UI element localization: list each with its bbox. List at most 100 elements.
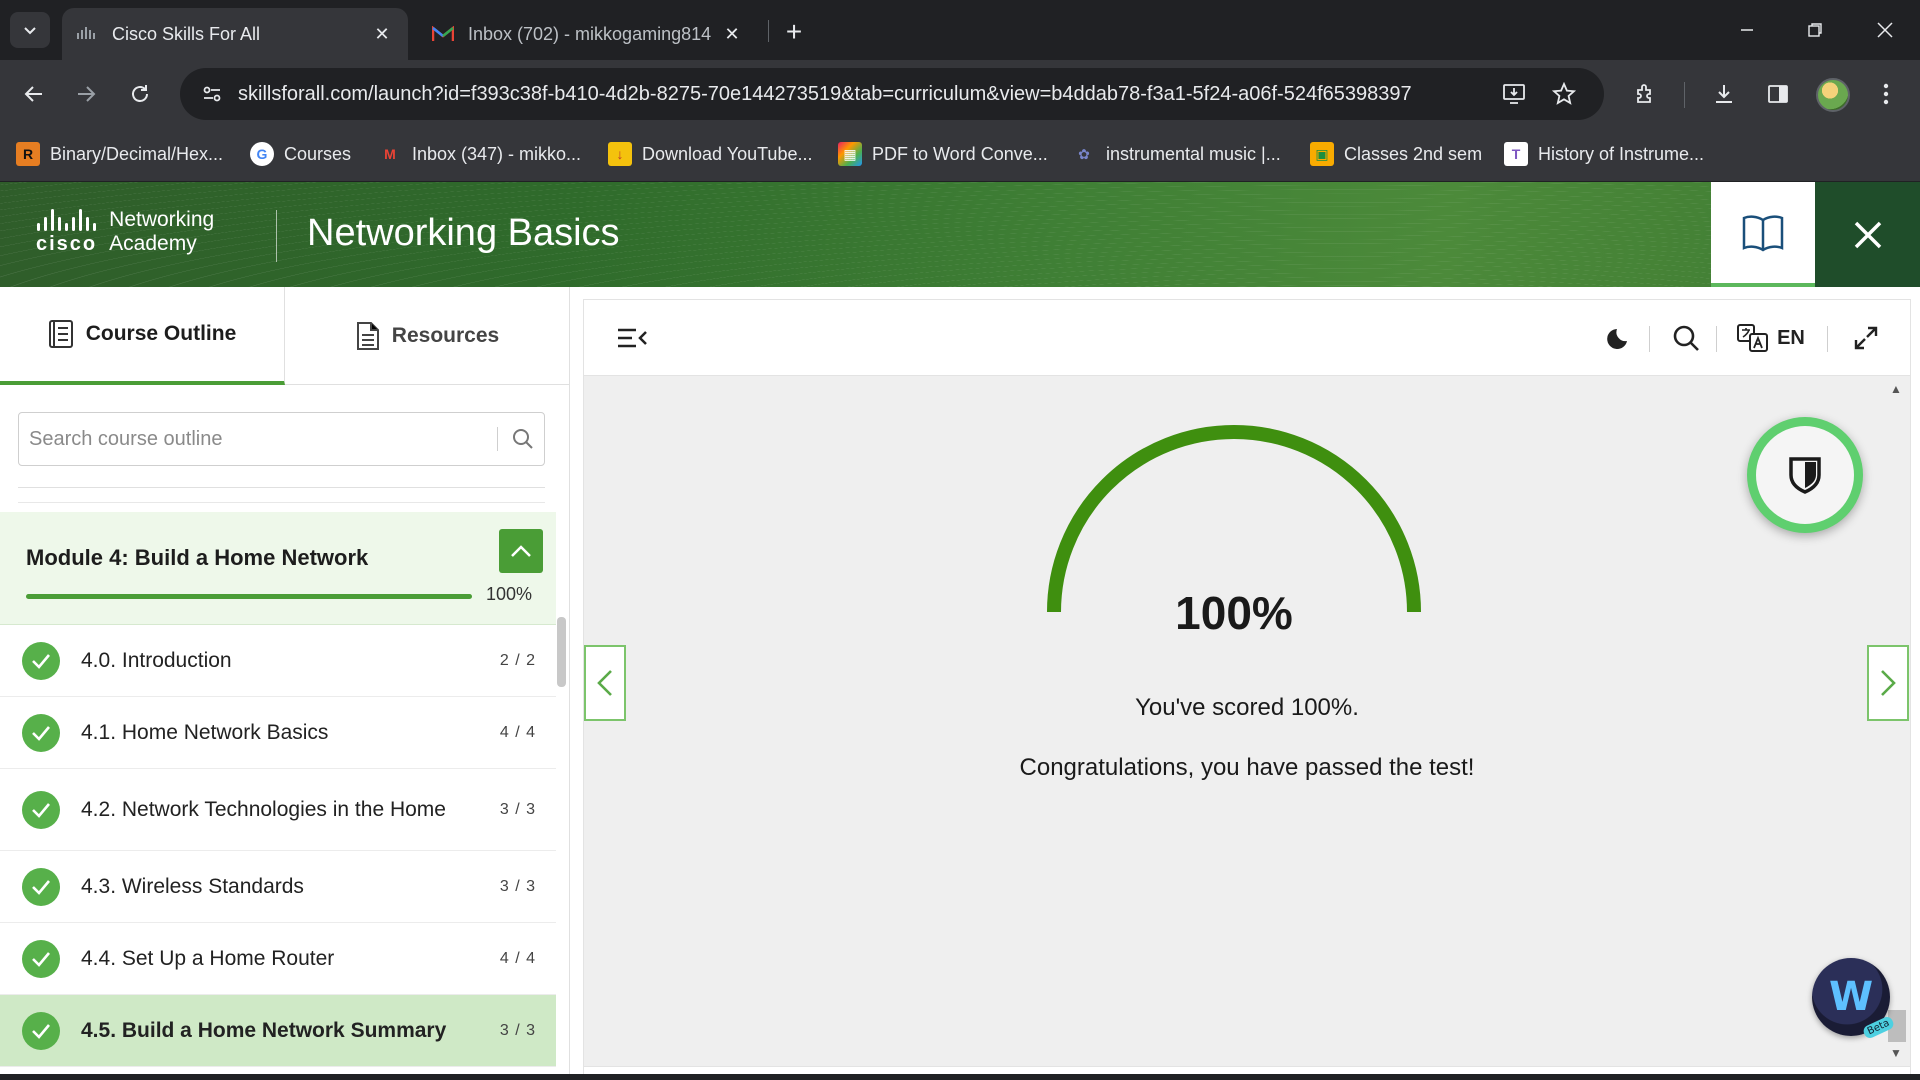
close-course-button[interactable] [1815, 182, 1920, 287]
bookmark-label: Download YouTube... [642, 143, 813, 164]
score-value: 100% [1175, 587, 1293, 639]
outline-icon [48, 319, 74, 349]
tab-course-outline[interactable]: Course Outline [0, 287, 285, 385]
cisco-bars-icon [37, 208, 97, 231]
outline-item-current[interactable]: 4.5. Build a Home Network Summary 3 / 3 [0, 995, 556, 1067]
install-app-button[interactable] [1494, 74, 1534, 114]
tab-resources[interactable]: Resources [285, 287, 569, 385]
outline-item-label: 4.1. Home Network Basics [81, 720, 329, 744]
gmail-icon: M [384, 146, 396, 162]
url-text[interactable]: skillsforall.com/launch?id=f393c38f-b410… [238, 83, 1484, 106]
check-circle-icon [22, 867, 60, 906]
address-bar[interactable]: skillsforall.com/launch?id=f393c38f-b410… [180, 68, 1604, 120]
bookmark-item[interactable]: M Inbox (347) - mikko... [378, 140, 581, 168]
next-page-button[interactable] [1867, 645, 1909, 721]
outline-item[interactable]: 4.1. Home Network Basics 4 / 4 [0, 697, 556, 769]
outline-item[interactable]: 4.4. Set Up a Home Router 4 / 4 [0, 923, 556, 995]
assistant-bubble-button[interactable]: W Beta [1812, 958, 1896, 1040]
bookmark-item[interactable]: T History of Instrume... [1504, 140, 1704, 168]
profile-avatar[interactable] [1816, 78, 1850, 112]
check-circle-icon [22, 1011, 60, 1050]
divider [18, 502, 545, 503]
dark-mode-button[interactable] [1600, 318, 1640, 358]
bookmark-item[interactable]: R Binary/Decimal/Hex... [16, 140, 223, 168]
bookmark-item[interactable]: ↓ Download YouTube... [608, 140, 812, 168]
tab-label: Course Outline [85, 322, 237, 345]
language-button[interactable]: EN [1736, 318, 1806, 358]
outline-item[interactable]: 4.2. Network Technologies in the Home 3 … [0, 769, 556, 851]
translate-icon [1737, 324, 1769, 352]
bookmark-item[interactable]: G Courses [250, 140, 351, 168]
outline-item-label: 4.0. Introduction [81, 648, 232, 672]
reload-button[interactable] [120, 74, 160, 114]
cisco-logo-mark: cisco [36, 208, 98, 256]
restore-button[interactable] [1790, 10, 1840, 50]
minimize-button[interactable] [1722, 10, 1772, 50]
toolbar-divider [1827, 326, 1828, 352]
downloads-button[interactable] [1704, 74, 1744, 114]
module-header[interactable]: Module 4: Build a Home Network 100% [0, 512, 556, 625]
cisco-wordmark: cisco [36, 232, 98, 255]
scroll-up-arrow[interactable]: ▲ [1888, 382, 1904, 396]
browser-menu-button[interactable] [1866, 74, 1906, 114]
pdf-icon: ▦ [838, 142, 862, 166]
bookmark-item[interactable]: ▣ Classes 2nd sem [1310, 140, 1482, 168]
side-panel-button[interactable] [1758, 74, 1798, 114]
search-button[interactable] [1666, 318, 1706, 358]
bookmark-label: Classes 2nd sem [1344, 143, 1483, 164]
site-settings-icon[interactable] [198, 80, 226, 108]
collapse-module-button[interactable] [499, 529, 543, 573]
module-progress-label: 100% [486, 584, 533, 604]
sidebar-scrollbar[interactable] [557, 617, 566, 687]
outline-item[interactable]: 4.3. Wireless Standards 3 / 3 [0, 851, 556, 923]
search-icon[interactable] [512, 428, 534, 450]
previous-page-button[interactable] [584, 645, 626, 721]
back-button[interactable] [14, 74, 54, 114]
content-panel: EN 100% You've scored 100%. Congratulati… [583, 299, 1911, 1080]
course-sidebar: Course Outline Resources Module 4: Build… [0, 287, 570, 1080]
chevron-down-icon [24, 27, 36, 35]
toggle-sidebar-button[interactable] [612, 318, 652, 358]
search-divider [497, 427, 498, 451]
bookmark-label: PDF to Word Conve... [872, 143, 1048, 164]
bookmark-item[interactable]: ▦ PDF to Word Conve... [838, 140, 1048, 168]
outline-item[interactable]: 4.0. Introduction 2 / 2 [0, 625, 556, 697]
toolbar-divider [1649, 326, 1650, 352]
bookmark-label: Courses [284, 143, 352, 164]
outline-item-label: 4.5. Build a Home Network Summary [81, 1018, 447, 1042]
bookmark-star-button[interactable] [1544, 74, 1584, 114]
score-gauge-arc [1047, 425, 1421, 613]
search-input[interactable] [29, 427, 483, 451]
close-tab-icon[interactable]: ✕ [720, 22, 744, 46]
bookmark-item[interactable]: ✿ instrumental music |... [1072, 140, 1281, 168]
course-book-button[interactable] [1711, 182, 1815, 287]
outline-item-label: 4.3. Wireless Standards [81, 874, 304, 898]
extensions-button[interactable] [1626, 74, 1666, 114]
close-tab-icon[interactable]: ✕ [370, 22, 394, 46]
browser-tab-inbox[interactable]: Inbox (702) - mikkogaming814 ✕ [418, 8, 758, 60]
close-window-button[interactable] [1860, 10, 1910, 50]
logo-line-1: Networking [109, 208, 215, 231]
forward-button[interactable] [66, 74, 106, 114]
check-circle-icon [22, 939, 60, 978]
outline-list: 4.0. Introduction 2 / 2 4.1. Home Networ… [0, 625, 556, 1067]
module-progress-bar [26, 594, 472, 599]
new-tab-button[interactable]: + [776, 14, 812, 50]
puzzle-icon [1637, 84, 1651, 103]
scroll-down-arrow[interactable]: ▼ [1888, 1046, 1904, 1060]
outline-item-count: 3 / 3 [499, 800, 536, 818]
tab-search-button[interactable] [10, 12, 50, 48]
bitwarden-extension-button[interactable] [1747, 417, 1863, 533]
arrow-left-icon [24, 86, 42, 102]
side-panel-icon [1768, 85, 1788, 103]
cisco-networking-academy-logo[interactable]: cisco Networking Academy [36, 208, 214, 256]
outline-item-count: 3 / 3 [499, 877, 536, 895]
browser-tab-active[interactable]: Cisco Skills For All ✕ [62, 8, 408, 60]
moon-icon [1607, 329, 1627, 349]
expand-icon [1854, 326, 1878, 350]
outline-search [18, 412, 545, 466]
fullscreen-button[interactable] [1846, 318, 1886, 358]
chevron-left-icon [597, 670, 612, 696]
download-icon [1716, 85, 1732, 103]
cisco-icon [76, 23, 98, 45]
